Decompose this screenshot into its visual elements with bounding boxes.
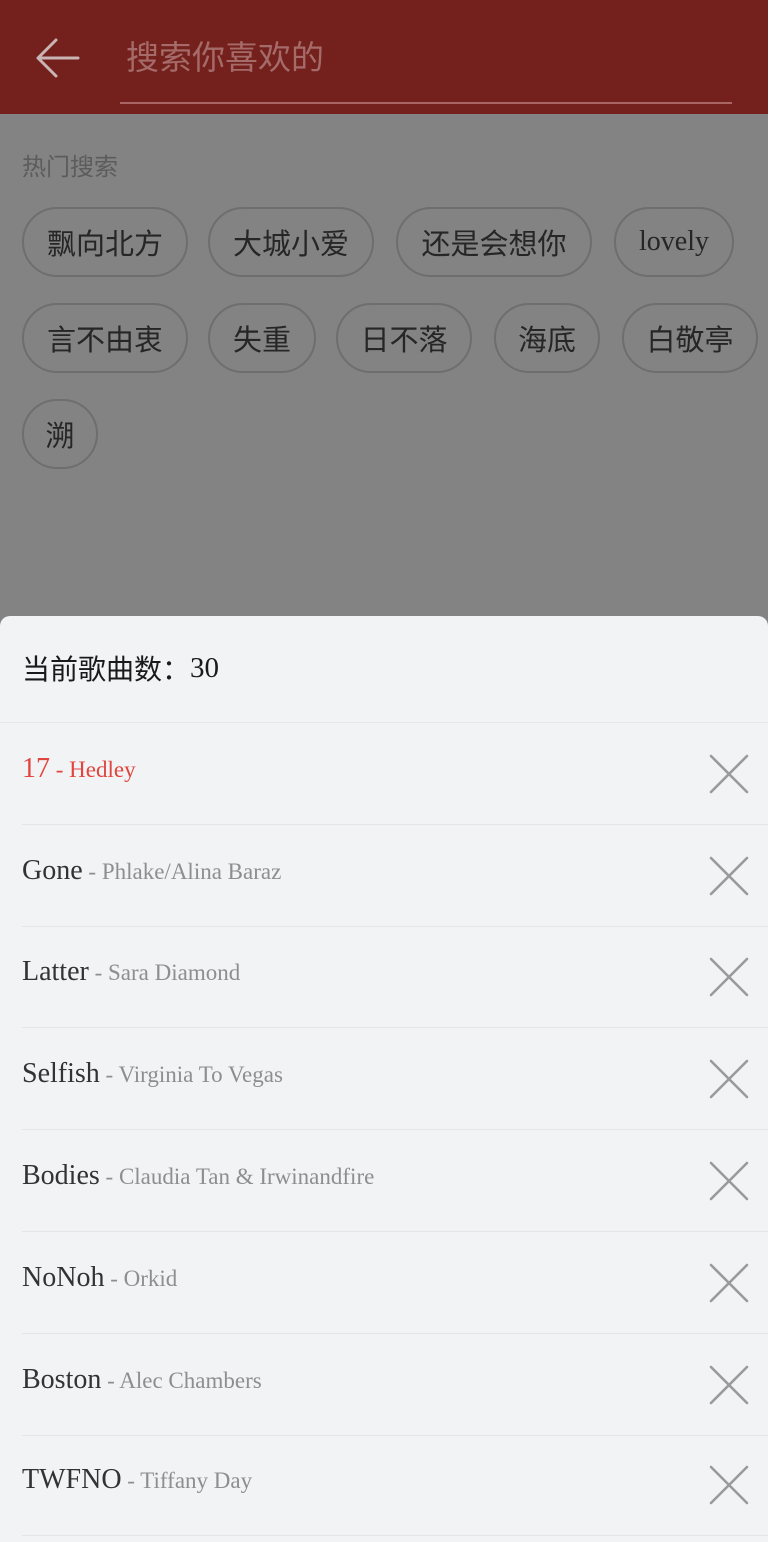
artist-name: Virginia To Vegas — [118, 1062, 283, 1087]
playlist-count: 当前歌曲数： 30 — [22, 646, 219, 690]
close-icon[interactable] — [708, 753, 750, 795]
close-icon[interactable] — [708, 1262, 750, 1304]
hot-tag[interactable]: 白敬亭 — [622, 303, 758, 373]
playlist-panel: 当前歌曲数： 30 17 - Hedley Gone - Phlake/Alin… — [0, 616, 768, 1542]
playlist-item-title: Gone - Phlake/Alina Baraz — [22, 855, 281, 887]
close-icon[interactable] — [708, 1364, 750, 1406]
close-icon[interactable] — [708, 1160, 750, 1202]
song-name: Latter — [22, 956, 89, 987]
artist-name: Sara Diamond — [108, 960, 241, 985]
separator: - — [99, 1062, 119, 1087]
playlist-item[interactable]: Latter - Sara Diamond — [22, 926, 768, 1028]
hot-tag[interactable]: 失重 — [208, 303, 316, 373]
hot-tag[interactable]: 还是会想你 — [396, 207, 592, 277]
playlist-item[interactable]: Boston - Alec Chambers — [22, 1334, 768, 1436]
song-name: Bodies — [22, 1160, 100, 1191]
separator: - — [50, 757, 70, 782]
song-name: Selfish — [22, 1058, 100, 1089]
playlist-item-title: NoNoh - Orkid — [22, 1262, 177, 1294]
arrow-left-icon[interactable] — [30, 34, 84, 82]
artist-name: Tiffany Day — [140, 1468, 253, 1493]
artist-name: Orkid — [123, 1266, 178, 1291]
playlist-item[interactable]: TWFNO - Tiffany Day — [22, 1434, 768, 1536]
playlist-item[interactable]: Bodies - Claudia Tan & Irwinandfire — [22, 1130, 768, 1232]
playlist-item[interactable]: 17 - Hedley — [22, 723, 768, 825]
hot-tag[interactable]: 海底 — [494, 303, 600, 373]
artist-name: Hedley — [69, 757, 136, 782]
separator: - — [104, 1266, 124, 1291]
close-icon[interactable] — [708, 1464, 750, 1506]
song-name: TWFNO — [22, 1464, 122, 1495]
app-root: 热门搜索 飘向北方 大城小爱 还是会想你 lovely 言不由衷 失重 日不落 … — [0, 0, 768, 1542]
hot-search-title: 热门搜索 — [22, 153, 118, 181]
playlist-item-title: Boston - Alec Chambers — [22, 1364, 262, 1396]
separator: - — [99, 1164, 119, 1189]
song-name: Gone — [22, 855, 83, 886]
close-icon[interactable] — [708, 956, 750, 998]
artist-name: Alec Chambers — [119, 1368, 262, 1393]
hot-tag[interactable]: 溯 — [22, 399, 98, 469]
count-label: 当前歌曲数： — [22, 653, 191, 686]
separator: - — [121, 1468, 141, 1493]
hot-tag[interactable]: 大城小爱 — [208, 207, 374, 277]
edge-strip — [768, 0, 776, 1542]
separator: - — [82, 859, 102, 884]
artist-name: Claudia Tan & Irwinandfire — [118, 1164, 375, 1189]
song-name: 17 — [22, 753, 50, 784]
playlist-item[interactable]: Selfish - Virginia To Vegas — [22, 1028, 768, 1130]
hot-tag[interactable]: 言不由衷 — [22, 303, 188, 373]
close-icon[interactable] — [708, 1058, 750, 1100]
separator: - — [88, 960, 109, 985]
playlist-item-title: Bodies - Claudia Tan & Irwinandfire — [22, 1160, 374, 1192]
search-field — [120, 26, 732, 104]
playlist-item-title: Latter - Sara Diamond — [22, 956, 240, 988]
search-input[interactable] — [120, 26, 732, 88]
separator: - — [101, 1368, 120, 1393]
hot-tag[interactable]: lovely — [614, 207, 734, 277]
hot-tag[interactable]: 飘向北方 — [22, 207, 188, 277]
song-name: NoNoh — [22, 1262, 105, 1293]
playlist-item-title: TWFNO - Tiffany Day — [22, 1464, 252, 1496]
count-value: 30 — [190, 651, 220, 684]
song-name: Boston — [22, 1364, 102, 1395]
playlist-item[interactable]: NoNoh - Orkid — [22, 1232, 768, 1334]
hot-tag[interactable]: 日不落 — [336, 303, 472, 373]
playlist-item-title: 17 - Hedley — [22, 753, 136, 785]
close-icon[interactable] — [708, 855, 750, 897]
playlist-item[interactable]: Gone - Phlake/Alina Baraz — [22, 825, 768, 927]
search-header — [0, 0, 768, 114]
playlist-item-title: Selfish - Virginia To Vegas — [22, 1058, 283, 1090]
artist-name: Phlake/Alina Baraz — [101, 859, 282, 884]
